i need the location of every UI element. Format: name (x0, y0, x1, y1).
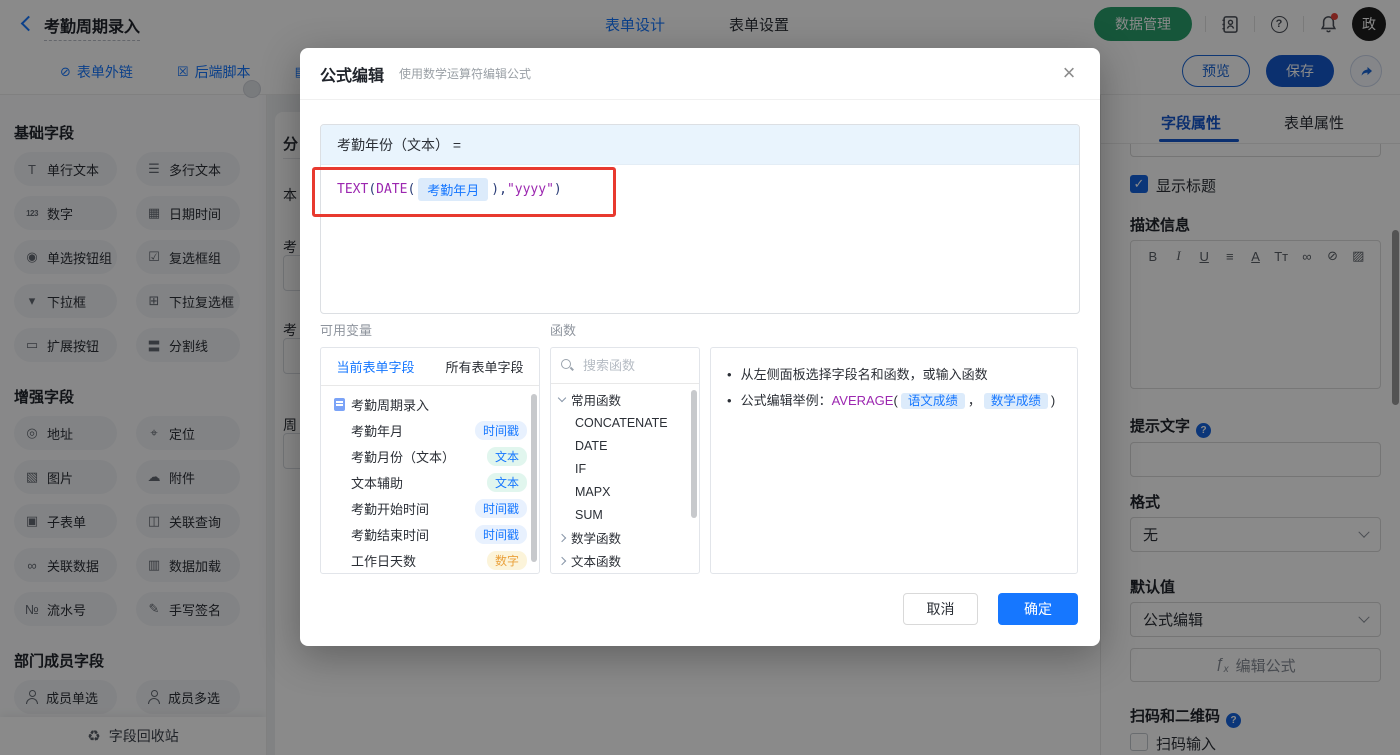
punct-token: ， (967, 393, 981, 408)
chevron-right-icon (557, 533, 567, 542)
modal-title: 公式编辑 (320, 67, 385, 85)
search-icon (561, 359, 574, 372)
type-badge: 数字 (486, 550, 527, 570)
variable-name: 考勤年月 (351, 423, 404, 439)
close-icon[interactable]: × (1056, 60, 1082, 86)
variable-name: 工作日天数 (351, 553, 417, 569)
function-token: DATE (376, 182, 408, 197)
function-label: DATE (575, 438, 608, 453)
variable-row[interactable]: 考勤开始时间 时间戳 (321, 495, 539, 521)
chevron-right-icon (557, 556, 567, 565)
modal-header: 公式编辑 使用数学运算符编辑公式 × (300, 48, 1100, 100)
ok-button[interactable]: 确定 (998, 593, 1078, 625)
field-chip[interactable]: 语文成绩 (900, 393, 965, 409)
function-item[interactable]: DATE (551, 434, 699, 457)
formula-modal: 公式编辑 使用数学运算符编辑公式 × 考勤年份（文本） = TEXT(DATE(… (300, 48, 1100, 646)
function-group[interactable]: 文本函数 (551, 549, 699, 572)
function-item[interactable]: SUM (551, 503, 699, 526)
type-badge: 时间戳 (474, 498, 527, 518)
functions-tree: 常用函数 CONCATENATE DATE IF MAPX SUM 数学函数文本函数 (551, 384, 699, 572)
punct-token: ) (553, 182, 562, 197)
function-group[interactable]: 数学函数 (551, 526, 699, 549)
form-node-label: 考勤周期录入 (351, 397, 430, 413)
variable-row[interactable]: 考勤结束时间 时间戳 (321, 521, 539, 547)
app-window: 考勤周期录入 表单设计 表单设置 数据管理 ? 政 ⊘表单外链☒后端脚本▤数据权… (0, 0, 1400, 755)
function-group[interactable]: 常用函数 (551, 388, 699, 411)
punct-token: ( (368, 182, 377, 197)
variable-row[interactable]: 文本辅助 文本 (321, 469, 539, 495)
variable-name: 文本辅助 (351, 475, 404, 491)
variable-name: 考勤开始时间 (351, 501, 430, 517)
form-node[interactable]: 考勤周期录入 (321, 391, 539, 417)
tip-item: • 公式编辑举例：AVERAGE(语文成绩，数学成绩) (727, 393, 1056, 409)
variable-row[interactable]: 工作日天数 数字 (321, 547, 539, 573)
function-item[interactable]: IF (551, 457, 699, 480)
function-token: AVERAGE (831, 393, 894, 408)
tab-current-form-fields[interactable]: 当前表单字段 (321, 348, 430, 385)
variables-tree: 考勤周期录入 考勤年月 时间戳 考勤月份（文本） 文本 文本辅助 文本 考勤开始时间 时间戳考… (321, 386, 539, 573)
type-badge: 文本 (486, 472, 527, 492)
modal-subtitle: 使用数学运算符编辑公式 (399, 67, 532, 81)
formula-code[interactable]: TEXT(DATE(考勤年月), "yyyy") (321, 165, 1079, 214)
punct-token: ( (893, 393, 898, 408)
cancel-button[interactable]: 取消 (903, 593, 978, 625)
tips-panel: • 从左侧面板选择字段名和函数，或输入函数 • 公式编辑举例：AVERAGE(语… (710, 347, 1078, 574)
function-label: IF (575, 461, 587, 476)
function-item[interactable]: MAPX (551, 480, 699, 503)
variables-scrollbar[interactable] (531, 394, 537, 562)
formula-example: AVERAGE(语文成绩，数学成绩) (831, 393, 1056, 409)
variable-row[interactable]: 考勤月份（文本） 文本 (321, 443, 539, 469)
field-chip[interactable]: 数学成绩 (983, 393, 1048, 409)
function-search (551, 348, 699, 384)
functions-scrollbar[interactable] (691, 390, 697, 518)
chevron-down-icon (557, 393, 567, 403)
variable-row[interactable]: 考勤年月 时间戳 (321, 417, 539, 443)
form-doc-icon (334, 397, 345, 411)
function-label: 文本函数 (571, 555, 622, 569)
function-label: CONCATENATE (575, 415, 668, 430)
type-badge: 文本 (486, 446, 527, 466)
function-label: MAPX (575, 484, 611, 499)
function-label: SUM (575, 507, 603, 522)
string-token: "yyyy" (506, 182, 554, 197)
function-label: 数学函数 (571, 532, 622, 546)
punct-token: ( (407, 182, 416, 197)
variables-tabs: 当前表单字段 所有表单字段 (321, 348, 539, 386)
punct-token: ), (491, 182, 507, 197)
variable-name: 考勤结束时间 (351, 527, 430, 543)
function-item[interactable]: CONCATENATE (551, 411, 699, 434)
variables-label: 可用变量 (320, 323, 373, 338)
field-chip[interactable]: 考勤年月 (418, 178, 489, 201)
formula-target: 考勤年份（文本） = (321, 125, 1079, 165)
functions-panel: 常用函数 CONCATENATE DATE IF MAPX SUM 数学函数文本函数 (550, 347, 700, 574)
formula-editor[interactable]: 考勤年份（文本） = TEXT(DATE(考勤年月), "yyyy") (320, 124, 1080, 314)
functions-label: 函数 (550, 323, 577, 338)
punct-token: ) (1050, 393, 1056, 408)
type-badge: 时间戳 (474, 524, 527, 544)
type-badge: 时间戳 (474, 420, 527, 440)
variables-panel: 当前表单字段 所有表单字段 考勤周期录入 考勤年月 时间戳 考勤月份（文本） 文本 文本… (320, 347, 540, 574)
function-label: 常用函数 (571, 394, 622, 408)
function-token: TEXT (337, 182, 369, 197)
function-search-input[interactable] (581, 357, 681, 374)
tip-item: • 从左侧面板选择字段名和函数，或输入函数 (727, 367, 988, 382)
variable-name: 考勤月份（文本） (351, 449, 456, 465)
tab-all-form-fields[interactable]: 所有表单字段 (430, 348, 539, 385)
